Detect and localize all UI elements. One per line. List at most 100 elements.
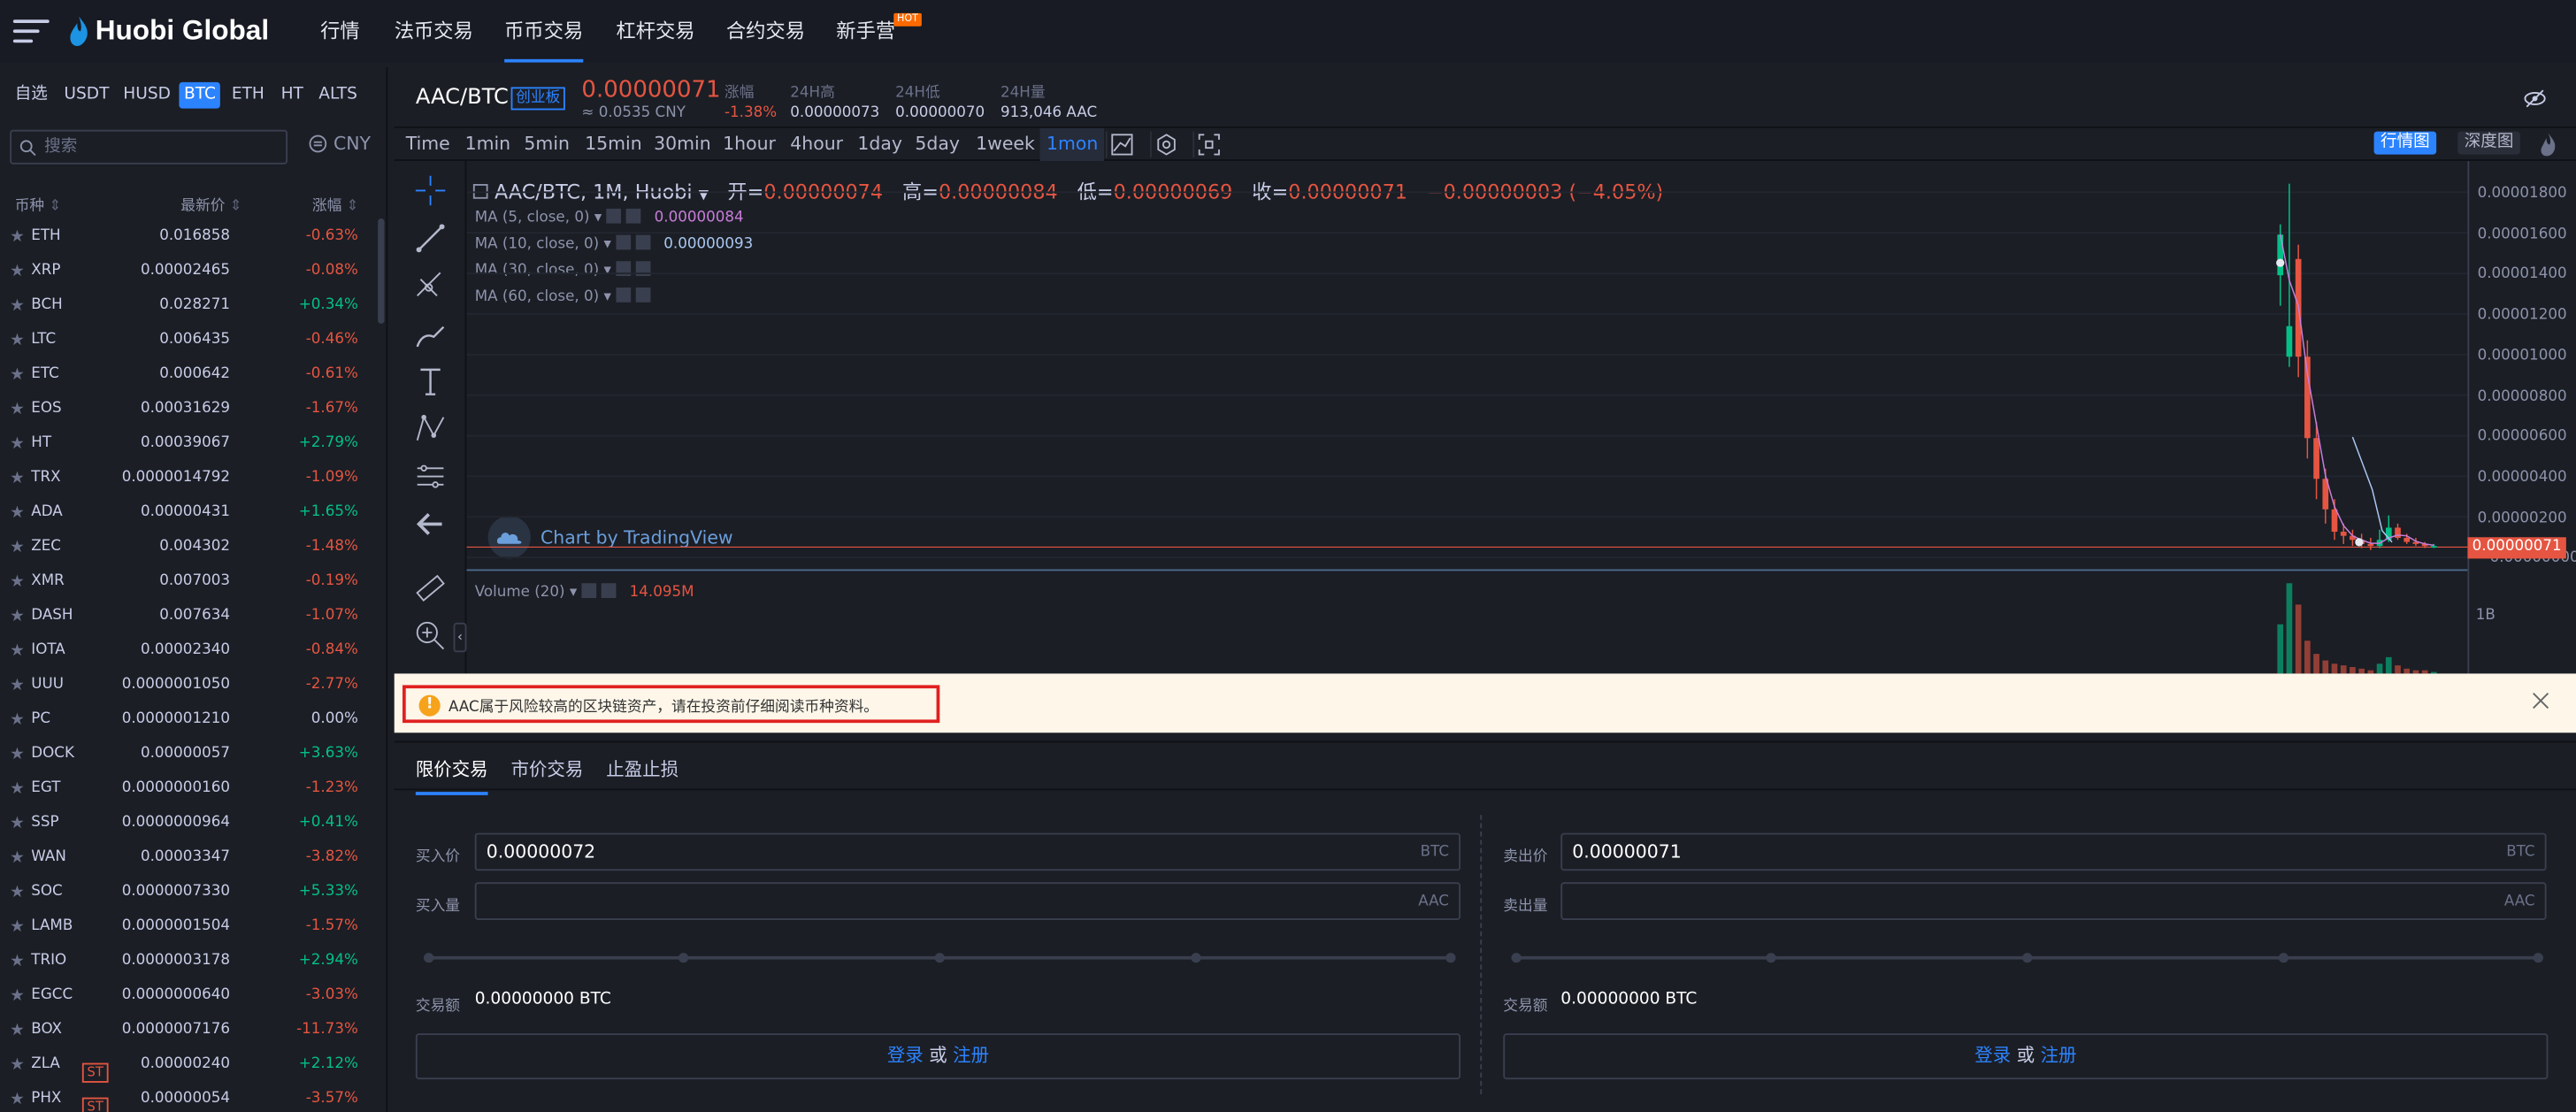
table-row[interactable]: ★ DASH 0.007634 -1.07%: [0, 600, 378, 634]
hide-eye-icon[interactable]: [2524, 87, 2547, 110]
quote-tab-eth[interactable]: ETH: [226, 82, 269, 109]
table-row[interactable]: ★ ADA 0.00000431 +1.65%: [0, 496, 378, 531]
text-tool-icon[interactable]: [414, 364, 447, 397]
star-icon[interactable]: ★: [10, 772, 25, 807]
star-icon[interactable]: ★: [10, 1048, 25, 1083]
candlestick-plot[interactable]: [466, 161, 2468, 674]
table-row[interactable]: ★ LTC 0.006435 -0.46%: [0, 324, 378, 358]
table-row[interactable]: ★ TRX 0.0000014792 -1.09%: [0, 462, 378, 496]
settings-icon[interactable]: [581, 583, 597, 599]
table-row[interactable]: ★ EGT 0.0000000160 -1.23%: [0, 772, 378, 807]
interval-time[interactable]: Time: [406, 128, 450, 161]
table-row[interactable]: ★ LAMB 0.0000001504 -1.57%: [0, 910, 378, 945]
close-icon[interactable]: [602, 583, 617, 599]
tab-stop[interactable]: 止盈止损: [606, 755, 678, 782]
candle-body[interactable]: [2286, 326, 2293, 357]
interval-15min[interactable]: 15min: [585, 128, 642, 161]
star-icon[interactable]: ★: [10, 289, 25, 324]
star-icon[interactable]: ★: [10, 910, 25, 945]
table-row[interactable]: ★ PC 0.0000001210 0.00%: [0, 703, 378, 738]
login-link[interactable]: 登录: [1974, 1045, 2011, 1066]
star-icon[interactable]: ★: [10, 945, 25, 979]
interval-5min[interactable]: 5min: [524, 128, 570, 161]
prediction-icon[interactable]: [414, 460, 447, 493]
candle-body[interactable]: [2404, 537, 2411, 542]
star-icon[interactable]: ★: [10, 703, 25, 738]
star-icon[interactable]: ★: [10, 324, 25, 358]
star-icon[interactable]: ★: [10, 393, 25, 427]
register-link[interactable]: 注册: [2041, 1045, 2077, 1066]
candle-body[interactable]: [2367, 543, 2374, 547]
table-row[interactable]: ★ BOX 0.0000007176 -11.73%: [0, 1014, 378, 1048]
flame-icon[interactable]: [2540, 133, 2557, 157]
candle-body[interactable]: [2431, 546, 2437, 548]
interval-4hour[interactable]: 4hour: [790, 128, 843, 161]
table-row[interactable]: ★ SOC 0.0000007330 +5.33%: [0, 876, 378, 910]
table-row[interactable]: ★ XRP 0.00002465 -0.08%: [0, 255, 378, 289]
table-row[interactable]: ★ TRIO 0.0000003178 +2.94%: [0, 945, 378, 979]
buy-login-button[interactable]: 登录 或 注册: [415, 1033, 1461, 1080]
sell-amount-slider[interactable]: [1511, 953, 2543, 963]
trendline-icon[interactable]: [414, 222, 447, 255]
star-icon[interactable]: ★: [10, 979, 25, 1014]
indicator-icon[interactable]: [1105, 131, 1135, 158]
star-icon[interactable]: ★: [10, 669, 25, 703]
table-row[interactable]: ★ ZLA ST 0.00000240 +2.12%: [0, 1048, 378, 1083]
ruler-icon[interactable]: [414, 571, 447, 604]
candle-body[interactable]: [2331, 509, 2338, 533]
star-icon[interactable]: ★: [10, 738, 25, 772]
table-row[interactable]: ★ PHX ST 0.00000054 -3.57%: [0, 1083, 378, 1112]
table-row[interactable]: ★ XMR 0.007003 -0.19%: [0, 565, 378, 600]
view-depth-button[interactable]: 深度图: [2457, 131, 2520, 155]
star-icon[interactable]: ★: [10, 600, 25, 634]
star-icon[interactable]: ★: [10, 807, 25, 841]
interval-1hour[interactable]: 1hour: [723, 128, 776, 161]
table-row[interactable]: ★ EOS 0.00031629 -1.67%: [0, 393, 378, 427]
table-row[interactable]: ★ WAN 0.00003347 -3.82%: [0, 841, 378, 876]
star-icon[interactable]: ★: [10, 496, 25, 531]
quote-tab-husd[interactable]: HUSD: [119, 82, 176, 109]
star-icon[interactable]: ★: [10, 462, 25, 496]
star-icon[interactable]: ★: [10, 531, 25, 565]
quote-tab-fav[interactable]: 自选: [10, 82, 52, 109]
col-coin[interactable]: 币种 ⇕: [15, 194, 62, 216]
table-row[interactable]: ★ ETH 0.016858 -0.63%: [0, 220, 378, 255]
fullscreen-icon[interactable]: [1192, 131, 1222, 158]
candle-body[interactable]: [2340, 532, 2347, 536]
settings-gear-icon[interactable]: [1150, 131, 1179, 158]
sell-login-button[interactable]: 登录 或 注册: [1503, 1033, 2549, 1080]
table-row[interactable]: ★ UUU 0.0000001050 -2.77%: [0, 669, 378, 703]
tab-market[interactable]: 市价交易: [511, 755, 584, 782]
price-axis[interactable]: 0.00001800 0.00001600 0.00001400 0.00001200…: [2467, 161, 2576, 674]
candle-body[interactable]: [2313, 438, 2319, 479]
pair-name[interactable]: AAC/BTC: [416, 86, 509, 111]
star-icon[interactable]: ★: [10, 358, 25, 393]
interval-1min[interactable]: 1min: [465, 128, 511, 161]
star-icon[interactable]: ★: [10, 841, 25, 876]
quote-tab-usdt[interactable]: USDT: [59, 82, 114, 109]
nav-contract[interactable]: 合约交易: [726, 0, 805, 63]
table-row[interactable]: ★ SSP 0.0000000964 +0.41%: [0, 807, 378, 841]
col-change[interactable]: 涨幅 ⇕: [312, 194, 359, 216]
brush-icon[interactable]: [414, 317, 447, 349]
nav-exchange[interactable]: 币币交易: [504, 0, 584, 63]
buy-amount-input[interactable]: AAC: [474, 882, 1461, 921]
currency-toggle[interactable]: CNY: [309, 133, 371, 155]
search-input[interactable]: 搜索: [10, 129, 288, 165]
interval-1week[interactable]: 1week: [976, 128, 1035, 161]
star-icon[interactable]: ★: [10, 634, 25, 669]
volume-legend[interactable]: Volume (20) ▾ 14.095M: [475, 583, 694, 602]
close-icon[interactable]: [2532, 692, 2549, 709]
star-icon[interactable]: ★: [10, 1083, 25, 1112]
login-link[interactable]: 登录: [887, 1045, 924, 1066]
price-chart[interactable]: ‹ AAC/BTC, 1M, Huobi ▼ 开=0.00000074 高=0.…: [394, 161, 2576, 674]
quote-tab-alts[interactable]: ALTS: [314, 82, 363, 109]
sell-amount-input[interactable]: AAC: [1560, 882, 2547, 921]
table-row[interactable]: ★ IOTA 0.00002340 -0.84%: [0, 634, 378, 669]
collapse-toolbar-button[interactable]: ‹: [453, 622, 467, 653]
zoom-icon[interactable]: [414, 619, 447, 652]
interval-30min[interactable]: 30min: [654, 128, 711, 161]
back-arrow-icon[interactable]: [414, 508, 447, 541]
interval-1mon[interactable]: 1mon: [1039, 127, 1105, 162]
view-kline-button[interactable]: 行情图: [2373, 131, 2437, 155]
